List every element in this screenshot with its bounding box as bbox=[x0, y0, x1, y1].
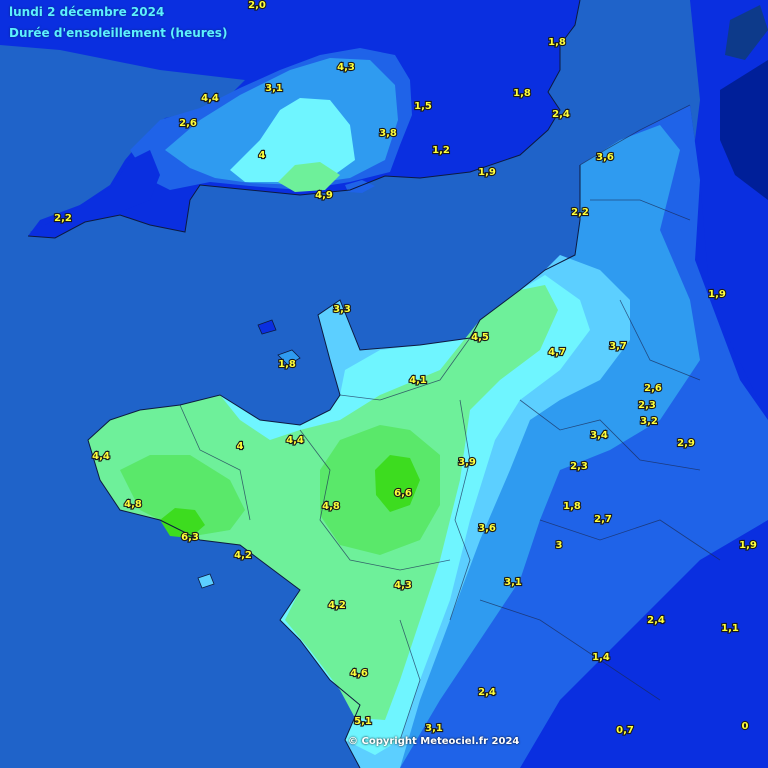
sunshine-value-label: 3,3 bbox=[333, 304, 351, 315]
sunshine-value-label: 3,8 bbox=[379, 128, 397, 139]
sunshine-value-label: 4,8 bbox=[322, 501, 340, 512]
sunshine-value-label: 1,5 bbox=[414, 101, 432, 112]
sunshine-value-label: 3,1 bbox=[504, 577, 522, 588]
sunshine-value-label: 4,4 bbox=[286, 435, 304, 446]
sunshine-value-label: 2,4 bbox=[552, 109, 570, 120]
sunshine-value-label: 1,9 bbox=[708, 289, 726, 300]
sunshine-value-label: 3,7 bbox=[609, 341, 627, 352]
sunshine-value-label: 0,7 bbox=[616, 725, 634, 736]
sunshine-value-label: 2,0 bbox=[248, 0, 266, 11]
sunshine-value-label: 2,7 bbox=[594, 514, 612, 525]
sunshine-value-label: 4,2 bbox=[234, 550, 252, 561]
sunshine-value-label: 2,2 bbox=[54, 213, 72, 224]
sunshine-value-label: 4,5 bbox=[471, 332, 489, 343]
sunshine-value-label: 2,4 bbox=[478, 687, 496, 698]
sunshine-value-label: 4,3 bbox=[337, 62, 355, 73]
sunshine-value-label: 4,1 bbox=[409, 375, 427, 386]
sunshine-value-label: 1,9 bbox=[478, 167, 496, 178]
sunshine-value-label: 4 bbox=[259, 150, 266, 161]
sunshine-map: 2,0 1,8 4,3 4,4 3,1 1,8 1,5 2,4 2,6 3,8 1,2 3,6 4 1,9… bbox=[0, 0, 768, 768]
sunshine-value-label: 2,3 bbox=[638, 400, 656, 411]
sunshine-value-label: 5,1 bbox=[354, 716, 372, 727]
sunshine-value-label: 1,1 bbox=[721, 623, 739, 634]
sunshine-value-label: 6,6 bbox=[394, 488, 412, 499]
sunshine-value-label: 4,3 bbox=[394, 580, 412, 591]
sunshine-value-label: 6,3 bbox=[181, 532, 199, 543]
sunshine-value-label: 3,4 bbox=[590, 430, 608, 441]
sunshine-value-label: 4,8 bbox=[124, 499, 142, 510]
sunshine-value-label: 4,6 bbox=[350, 668, 368, 679]
copyright-text: © Copyright Meteociel.fr 2024 bbox=[348, 736, 520, 747]
sunshine-value-label: 4,9 bbox=[315, 190, 333, 201]
sunshine-value-label: 2,3 bbox=[570, 461, 588, 472]
sunshine-value-label: 1,8 bbox=[278, 359, 296, 370]
sunshine-value-label: 3,2 bbox=[640, 416, 658, 427]
sunshine-value-label: 3,1 bbox=[265, 83, 283, 94]
sunshine-value-label: 2,9 bbox=[677, 438, 695, 449]
sunshine-value-label: 1,9 bbox=[739, 540, 757, 551]
sunshine-value-label: 4,2 bbox=[328, 600, 346, 611]
sunshine-value-label: 1,4 bbox=[592, 652, 610, 663]
sunshine-value-label: 0 bbox=[742, 721, 749, 732]
sunshine-value-label: 3,6 bbox=[478, 523, 496, 534]
sunshine-value-label: 2,4 bbox=[647, 615, 665, 626]
sunshine-value-label: 3,9 bbox=[458, 457, 476, 468]
map-variable-title: Durée d'ensoleillement (heures) bbox=[9, 26, 228, 40]
sunshine-value-label: 4 bbox=[237, 441, 244, 452]
sunshine-value-label: 1,8 bbox=[513, 88, 531, 99]
sunshine-value-label: 2,6 bbox=[644, 383, 662, 394]
sunshine-value-label: 1,8 bbox=[548, 37, 566, 48]
sunshine-value-label: 3,6 bbox=[596, 152, 614, 163]
sunshine-value-label: 1,8 bbox=[563, 501, 581, 512]
sunshine-value-label: 4,7 bbox=[548, 347, 566, 358]
sunshine-value-label: 3,1 bbox=[425, 723, 443, 734]
map-date-title: lundi 2 décembre 2024 bbox=[9, 5, 165, 19]
sunshine-value-label: 3 bbox=[556, 540, 563, 551]
sunshine-value-label: 2,2 bbox=[571, 207, 589, 218]
sunshine-value-label: 4,4 bbox=[201, 93, 219, 104]
sunshine-value-label: 1,2 bbox=[432, 145, 450, 156]
sunshine-value-label: 2,6 bbox=[179, 118, 197, 129]
sunshine-value-label: 4,4 bbox=[92, 451, 110, 462]
